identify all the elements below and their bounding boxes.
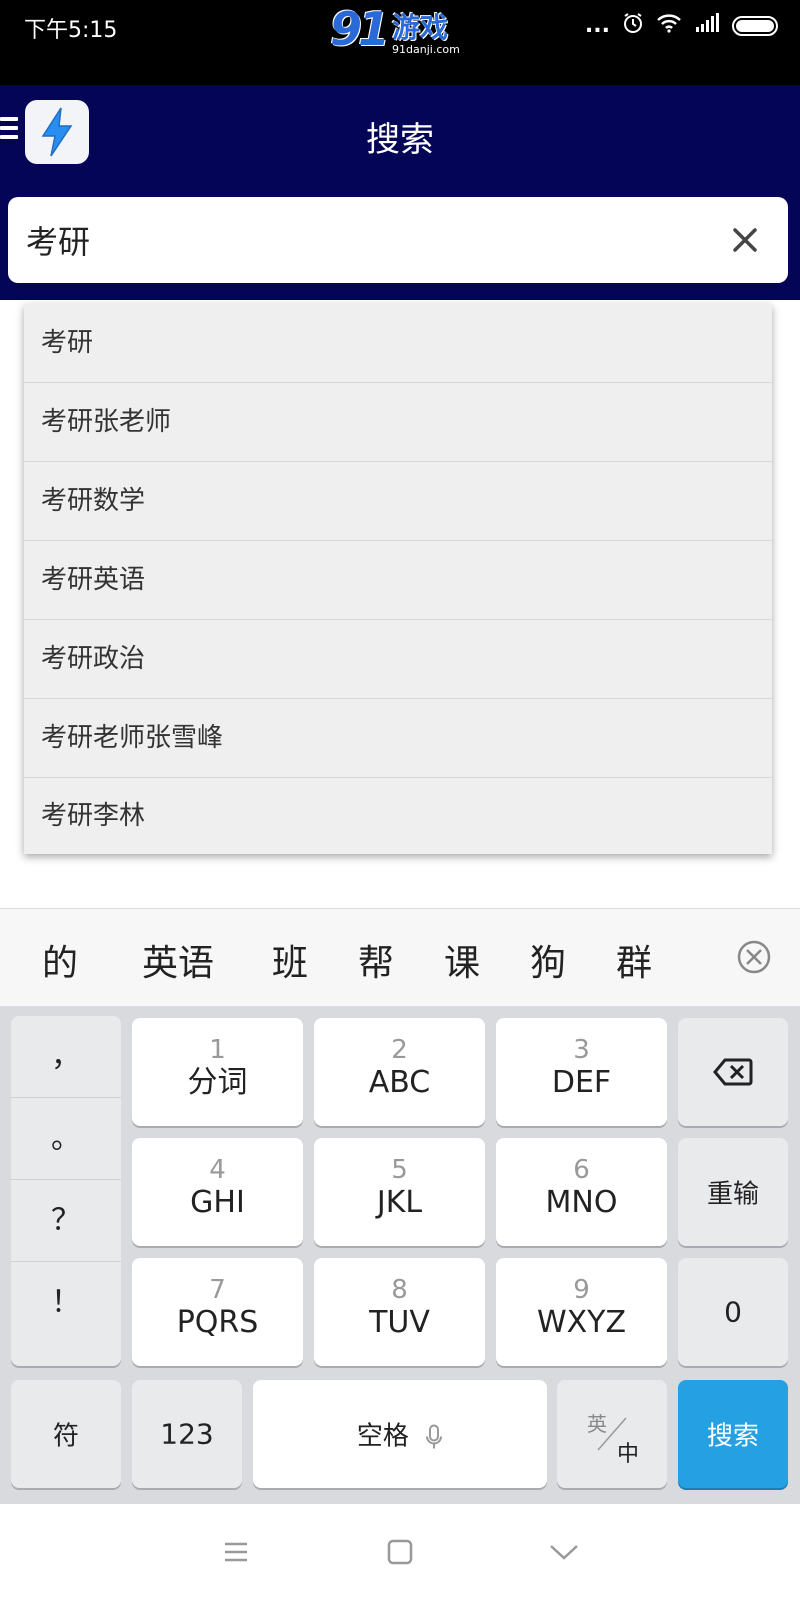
backspace-key[interactable]	[678, 1018, 788, 1126]
space-key[interactable]: 空格	[253, 1380, 547, 1488]
ime-keyboard: ， 。 ？ ！ 1 分词 2 ABC 3 DEF 4 GHI 5 JKL 6 M…	[0, 1006, 800, 1504]
search-box	[8, 197, 788, 283]
space-label: 空格	[356, 1421, 409, 1452]
key-number: 5	[391, 1155, 408, 1185]
clear-button[interactable]	[722, 217, 768, 263]
ime-search-key[interactable]: 搜索	[678, 1380, 788, 1488]
candidate-word[interactable]: 帮	[358, 934, 394, 986]
wifi-icon	[656, 13, 682, 39]
menu-lines-icon	[225, 1542, 247, 1562]
candidate-word[interactable]: 课	[444, 934, 480, 986]
signal-icon	[694, 13, 720, 39]
suggestion-item[interactable]: 考研英语	[24, 541, 772, 620]
back-nav-button[interactable]	[544, 1536, 584, 1568]
backspace-icon	[713, 1058, 753, 1086]
watermark-name: 游戏	[392, 11, 449, 44]
menu-nav-button[interactable]	[216, 1536, 256, 1568]
key-1[interactable]: 1 分词	[132, 1018, 303, 1126]
key-9[interactable]: 9 WXYZ	[496, 1258, 667, 1366]
reinput-label: 重输	[706, 1179, 759, 1210]
candidate-word[interactable]: 英语	[142, 934, 214, 986]
zero-label: 0	[724, 1295, 742, 1329]
key-letters: GHI	[190, 1185, 245, 1220]
key-letters: TUV	[369, 1305, 430, 1340]
watermark-logo: 91 游戏 91danji.com	[330, 2, 460, 56]
status-bar: 下午5:15 91 游戏 91danji.com ...	[0, 0, 800, 85]
watermark-url: 91danji.com	[392, 43, 460, 56]
circle-close-icon	[737, 940, 771, 974]
key-letters: PQRS	[176, 1305, 259, 1340]
home-nav-button[interactable]	[380, 1536, 420, 1568]
page-title: 搜索	[366, 120, 434, 160]
suggestion-item[interactable]: 考研张老师	[24, 383, 772, 462]
punct-key[interactable]: 。	[11, 1098, 121, 1180]
chevron-down-icon	[550, 1545, 578, 1560]
alarm-icon	[622, 12, 644, 40]
key-number: 6	[573, 1155, 590, 1185]
punctuation-column[interactable]: ， 。 ？ ！	[11, 1016, 121, 1366]
numbers-label: 123	[160, 1417, 214, 1451]
reinput-key[interactable]: 重输	[678, 1138, 788, 1246]
app-bar: 搜索	[0, 85, 800, 182]
key-letters: DEF	[551, 1065, 612, 1100]
key-2[interactable]: 2 ABC	[314, 1018, 485, 1126]
key-letters: ABC	[368, 1065, 431, 1100]
key-number: 8	[391, 1275, 408, 1305]
status-time: 下午5:15	[24, 18, 118, 43]
symbols-label: 符	[52, 1421, 79, 1452]
suggestion-item[interactable]: 考研数学	[24, 462, 772, 541]
collapse-candidates-button[interactable]	[736, 939, 772, 975]
candidate-bar: 的 英语 班 帮 课 狗 群	[0, 908, 800, 1006]
microphone-icon	[426, 1424, 443, 1448]
suggestion-item[interactable]: 考研李林	[24, 778, 772, 854]
key-5[interactable]: 5 JKL	[314, 1138, 485, 1246]
key-6[interactable]: 6 MNO	[496, 1138, 667, 1246]
suggestion-item[interactable]: 考研老师张雪峰	[24, 699, 772, 778]
search-key-label: 搜索	[706, 1421, 759, 1452]
key-number: 4	[209, 1155, 226, 1185]
key-number: 3	[573, 1035, 590, 1065]
key-letters: MNO	[545, 1185, 618, 1220]
more-dots-icon: ...	[584, 13, 610, 38]
key-number: 1	[209, 1035, 226, 1065]
lang-zh-label: 中	[617, 1442, 640, 1467]
zero-key[interactable]: 0	[678, 1258, 788, 1366]
candidate-word[interactable]: 的	[42, 934, 78, 986]
key-3[interactable]: 3 DEF	[496, 1018, 667, 1126]
key-letters: JKL	[376, 1185, 423, 1220]
watermark-number: 91	[330, 2, 390, 56]
battery-icon	[732, 16, 778, 36]
suggestion-list: 考研 考研张老师 考研数学 考研英语 考研政治 考研老师张雪峰 考研李林	[24, 304, 772, 854]
suggestion-item[interactable]: 考研政治	[24, 620, 772, 699]
search-area	[0, 182, 800, 300]
key-7[interactable]: 7 PQRS	[132, 1258, 303, 1366]
system-nav-bar	[0, 1504, 800, 1600]
key-number: 9	[573, 1275, 590, 1305]
close-icon	[733, 228, 757, 252]
candidate-word[interactable]: 狗	[530, 934, 566, 986]
candidate-word[interactable]: 班	[272, 934, 308, 986]
punct-key[interactable]: ！	[11, 1262, 121, 1344]
numbers-key[interactable]: 123	[132, 1380, 242, 1488]
key-8[interactable]: 8 TUV	[314, 1258, 485, 1366]
punct-key[interactable]: ，	[11, 1016, 121, 1098]
key-number: 2	[391, 1035, 408, 1065]
candidate-word[interactable]: 群	[616, 934, 652, 986]
key-number: 7	[209, 1275, 226, 1305]
status-icons: ...	[585, 12, 778, 40]
key-letters: 分词	[187, 1065, 248, 1100]
language-switch-key[interactable]: 英 中	[557, 1380, 667, 1488]
square-home-icon	[387, 1539, 413, 1565]
symbols-key[interactable]: 符	[11, 1380, 121, 1488]
suggestion-item[interactable]: 考研	[24, 304, 772, 383]
key-4[interactable]: 4 GHI	[132, 1138, 303, 1246]
punct-key[interactable]: ？	[11, 1180, 121, 1262]
search-input[interactable]	[26, 217, 676, 263]
key-letters: WXYZ	[536, 1305, 627, 1340]
space-label-group: 空格	[253, 1416, 547, 1453]
watermark-text: 游戏 91danji.com	[392, 11, 460, 57]
